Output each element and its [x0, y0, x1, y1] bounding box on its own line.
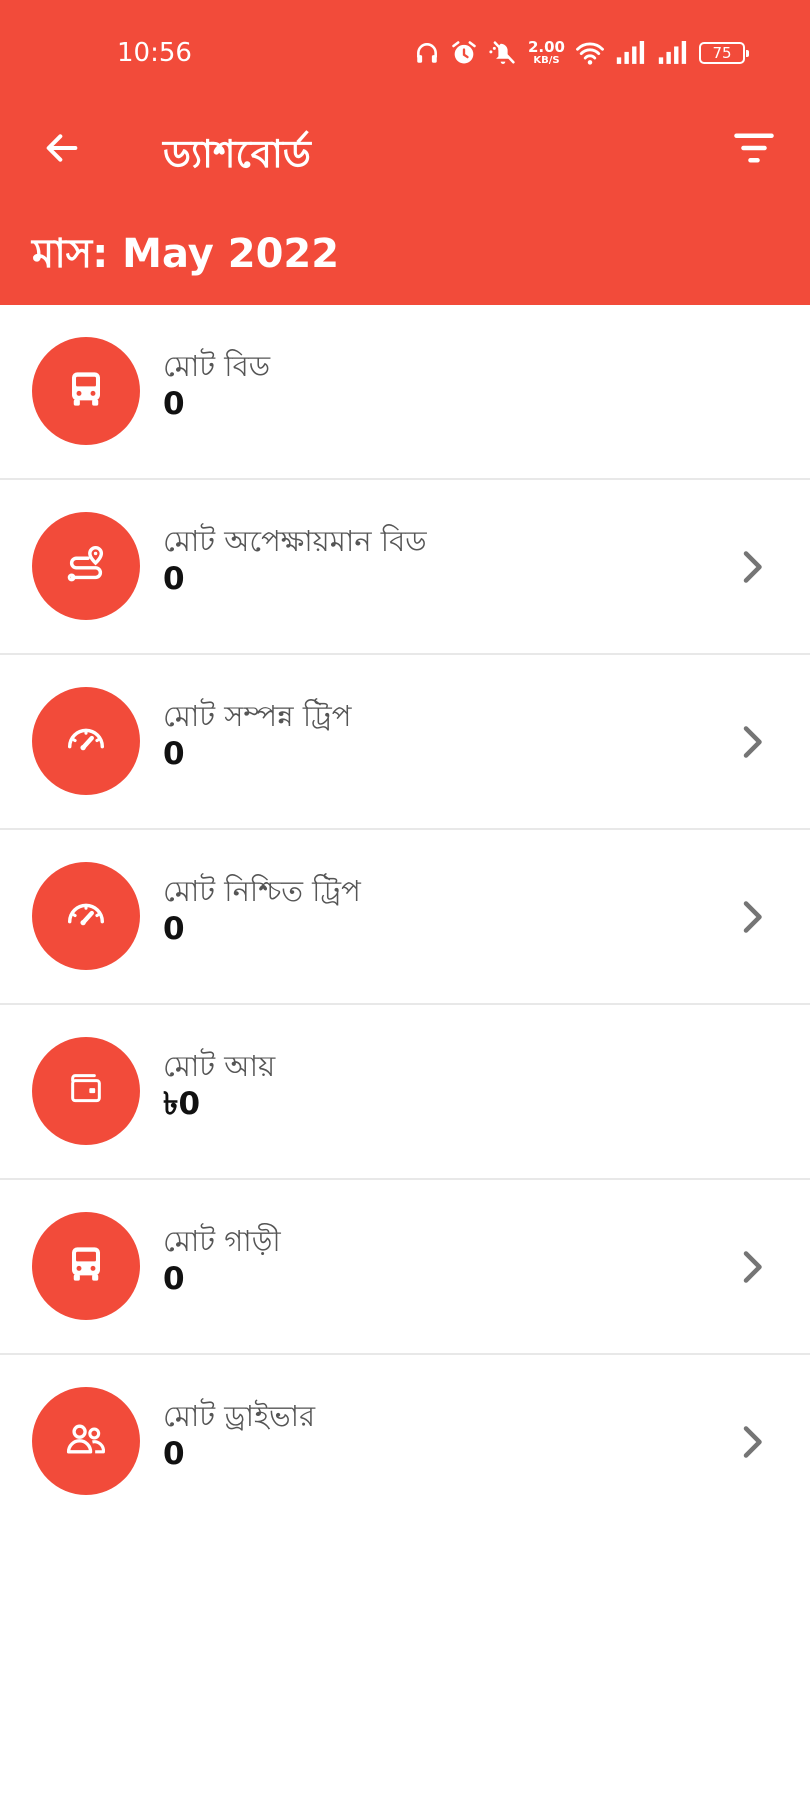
status-time: 10:56 — [117, 38, 192, 68]
stat-icon-circle — [32, 337, 140, 445]
battery-indicator: 75 — [699, 42, 749, 64]
chevron-right-icon — [732, 1247, 772, 1287]
chevron-right-icon — [732, 547, 772, 587]
stat-item-completed-trips[interactable]: মোট সম্পন্ন ট্রিপ 0 — [0, 655, 810, 830]
toolbar: ড্যাশবোর্ড — [0, 105, 810, 195]
network-speed: 2.00 KB/S — [527, 38, 565, 66]
signal-icon — [615, 41, 647, 65]
stat-icon-circle — [32, 862, 140, 970]
route-pin-icon — [63, 541, 109, 591]
stat-label: মোট সম্পন্ন ট্রিপ — [163, 699, 352, 733]
stat-text: মোট অপেক্ষায়মান বিড 0 — [163, 524, 427, 598]
stat-text: মোট আয় ৳0 — [163, 1049, 275, 1123]
stat-item-total-bids: মোট বিড 0 — [0, 305, 810, 480]
stat-icon-circle — [32, 1212, 140, 1320]
stat-value: 0 — [163, 560, 185, 597]
people-icon — [64, 1417, 108, 1465]
chevron-right-icon — [732, 722, 772, 762]
alarm-icon — [450, 39, 478, 67]
stat-label: মোট অপেক্ষায়মান বিড — [163, 524, 427, 558]
stat-icon-circle — [32, 512, 140, 620]
arrow-left-icon — [42, 128, 82, 172]
stat-item-total-drivers[interactable]: মোট ড্রাইভার 0 — [0, 1355, 810, 1530]
stat-text: মোট সম্পন্ন ট্রিপ 0 — [163, 699, 351, 773]
month-display: মাস: May 2022 — [32, 222, 339, 289]
speedometer-icon — [63, 891, 109, 941]
stat-value: 0 — [163, 1435, 185, 1472]
stat-label: মোট নিশ্চিত ট্রিপ — [163, 874, 361, 908]
speedometer-icon — [63, 716, 109, 766]
mute-bell-icon — [488, 39, 518, 67]
stat-value: 0 — [163, 735, 185, 772]
chevron-right-icon — [732, 897, 772, 937]
stat-icon-circle — [32, 1037, 140, 1145]
stat-item-pending-bids[interactable]: মোট অপেক্ষায়মান বিড 0 — [0, 480, 810, 655]
headphones-icon — [414, 40, 440, 66]
app-header: 10:56 2.00 KB/S 75 ড্যাশবোর্ড মাস: May 2… — [0, 0, 810, 305]
chevron-right-icon — [732, 1422, 772, 1462]
status-bar: 10:56 2.00 KB/S 75 — [0, 0, 810, 105]
stat-value: 0 — [163, 910, 185, 947]
signal-icon — [657, 41, 689, 65]
back-button[interactable] — [34, 122, 90, 178]
stat-label: মোট আয় — [163, 1049, 276, 1083]
stat-label: মোট গাড়ী — [163, 1224, 281, 1258]
filter-button[interactable] — [726, 122, 782, 178]
month-value: May 2022 — [122, 231, 340, 277]
stat-value: 0 — [163, 1260, 185, 1297]
stat-value: ৳0 — [163, 1085, 201, 1122]
stat-icon-circle — [32, 687, 140, 795]
stat-text: মোট ড্রাইভার 0 — [163, 1399, 315, 1473]
month-label: মাস: — [32, 231, 109, 277]
stat-label: মোট বিড — [163, 349, 271, 383]
status-icons: 2.00 KB/S 75 — [414, 38, 749, 68]
filter-icon — [733, 130, 775, 170]
stat-item-total-vehicles[interactable]: মোট গাড়ী 0 — [0, 1180, 810, 1355]
stat-icon-circle — [32, 1387, 140, 1495]
stat-item-total-income: মোট আয় ৳0 — [0, 1005, 810, 1180]
stat-text: মোট বিড 0 — [163, 349, 270, 423]
app-root: 10:56 2.00 KB/S 75 ড্যাশবোর্ড মাস: May 2… — [0, 0, 810, 1800]
stat-text: মোট নিশ্চিত ট্রিপ 0 — [163, 874, 361, 948]
stat-list: মোট বিড 0 মোট অপেক্ষায়মান বিড 0 মোট সম্… — [0, 305, 810, 1530]
stat-item-confirmed-trips[interactable]: মোট নিশ্চিত ট্রিপ 0 — [0, 830, 810, 1005]
wallet-icon — [66, 1069, 106, 1113]
page-title: ড্যাশবোর্ড — [163, 132, 311, 176]
bus-icon — [65, 368, 107, 414]
stat-label: মোট ড্রাইভার — [163, 1399, 316, 1433]
wifi-icon — [575, 40, 605, 66]
stat-value: 0 — [163, 385, 185, 422]
stat-text: মোট গাড়ী 0 — [163, 1224, 281, 1298]
bus-icon — [65, 1243, 107, 1289]
